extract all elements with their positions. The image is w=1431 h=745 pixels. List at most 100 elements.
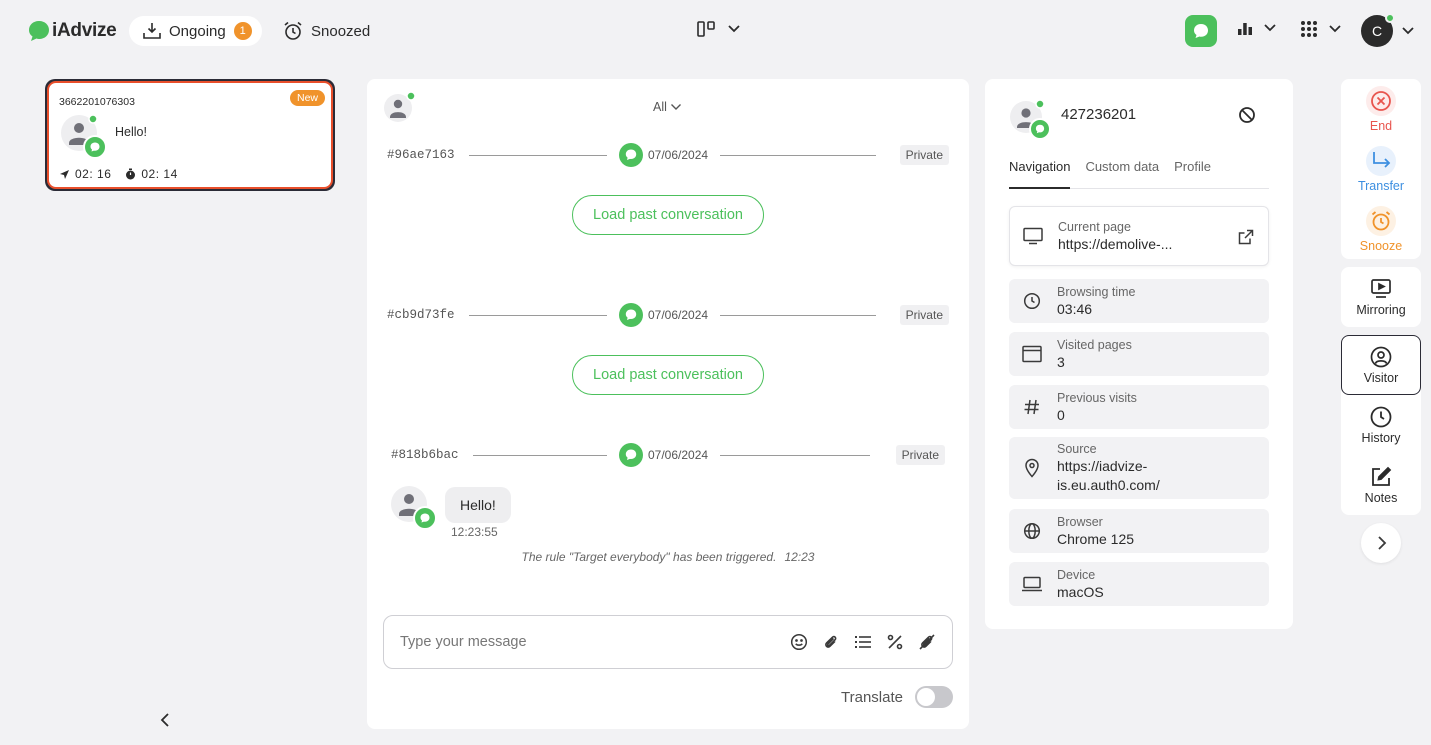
visitor-avatar-icon [391, 486, 435, 530]
user-avatar: C [1361, 13, 1395, 47]
alarm-clock-icon [1371, 210, 1391, 230]
load-past-conversation-button[interactable]: Load past conversation [572, 355, 764, 395]
browsing-time-value: 03:46 [1057, 300, 1093, 317]
divider [720, 154, 877, 156]
stopwatch-icon [126, 168, 136, 180]
chat-bubble-icon [1194, 24, 1208, 38]
source-label: Source [1057, 442, 1097, 456]
previous-visits-label: Previous visits [1057, 390, 1137, 405]
device-card: Device macOS [1009, 562, 1269, 606]
list-icon[interactable] [854, 633, 872, 651]
user-menu[interactable]: C [1361, 13, 1415, 47]
chat-channel-icon [619, 303, 643, 327]
stats-menu[interactable] [1237, 20, 1277, 36]
transfer-arrow-icon [1373, 151, 1391, 168]
monitor-icon [1023, 227, 1043, 245]
mirroring-button[interactable]: Mirroring [1341, 267, 1421, 327]
brand-logo[interactable]: iAdvize [28, 20, 117, 42]
transfer-button[interactable]: Transfer [1341, 139, 1421, 199]
end-button[interactable]: End [1341, 79, 1421, 139]
hash-icon [1024, 399, 1039, 415]
conversation-card[interactable]: 3662201076303 New Hello! 02: 16 02: 14 [45, 79, 335, 191]
browser-label: Browser [1057, 514, 1103, 529]
side-panels-group: Visitor History Notes [1341, 335, 1421, 515]
conversation-ref: #cb9d73fe [387, 308, 455, 322]
notes-button[interactable]: Notes [1341, 455, 1421, 515]
visitor-avatar-icon [1010, 99, 1051, 140]
history-button[interactable]: History [1341, 395, 1421, 455]
conversation-ref: #96ae7163 [387, 148, 455, 162]
chat-channel-icon [619, 143, 643, 167]
previous-visits-value: 0 [1057, 406, 1065, 423]
tab-profile[interactable]: Profile [1174, 159, 1226, 189]
separator-date-text: 07/06/2024 [648, 448, 709, 462]
collapse-panel-button[interactable] [157, 711, 173, 729]
apps-menu[interactable] [1300, 20, 1342, 38]
chat-channel-button[interactable] [1185, 15, 1217, 47]
time-sent: 02: 16 [59, 167, 111, 181]
message-filter-dropdown[interactable]: All [653, 100, 682, 114]
separator-date: 07/06/2024 [607, 303, 720, 327]
chevron-right-icon [1378, 536, 1387, 550]
history-label: History [1361, 430, 1401, 445]
notes-label: Notes [1364, 490, 1398, 505]
tab-ongoing[interactable]: Ongoing 1 [129, 16, 262, 46]
end-label: End [1369, 118, 1393, 133]
new-badge: New [289, 90, 325, 106]
brand-name: iAdvize [52, 20, 117, 41]
expand-rail-button[interactable] [1361, 523, 1401, 563]
load-past-conversation-button[interactable]: Load past conversation [572, 195, 764, 235]
source-card: Source https://iadvize- is.eu.auth0.com/ [1009, 437, 1269, 499]
visitor-avatar-icon [384, 91, 415, 122]
bar-chart-icon [1238, 23, 1252, 35]
screen-play-icon [1371, 278, 1391, 298]
block-visitor-icon[interactable] [1238, 106, 1256, 124]
external-link-icon[interactable] [1238, 229, 1254, 245]
layout-switcher[interactable] [697, 20, 741, 38]
grid-apps-icon [1301, 21, 1317, 37]
attachment-off-icon[interactable] [918, 633, 936, 651]
emoji-icon[interactable] [790, 633, 808, 651]
alarm-clock-icon [284, 21, 302, 40]
close-circle-icon [1371, 90, 1391, 111]
source-value-line2: is.eu.auth0.com/ [1057, 477, 1160, 493]
visited-pages-label: Visited pages [1057, 337, 1132, 352]
message-input[interactable] [400, 634, 790, 650]
message-composer [383, 615, 953, 669]
transfer-label: Transfer [1357, 178, 1405, 193]
visitor-id: 427236201 [1061, 106, 1137, 123]
edit-note-icon [1372, 466, 1392, 486]
filter-label: All [653, 100, 667, 114]
rule-text: The rule "Target everybody" has been tri… [521, 550, 777, 564]
visitor-panel-button[interactable]: Visitor [1341, 335, 1421, 395]
source-value-line1: https://iadvize- [1057, 458, 1148, 474]
separator-date-text: 07/06/2024 [648, 148, 709, 162]
divider [469, 314, 607, 316]
globe-icon [1023, 522, 1041, 540]
percent-icon[interactable] [886, 633, 904, 651]
tab-snoozed[interactable]: Snoozed [283, 16, 370, 46]
conversation-separator: #96ae7163 07/06/2024 Private [387, 143, 949, 167]
tab-navigation[interactable]: Navigation [1009, 159, 1071, 189]
layout-columns-icon [697, 21, 715, 37]
tab-snoozed-label: Snoozed [311, 22, 371, 40]
device-value: macOS [1057, 583, 1104, 600]
separator-date-text: 07/06/2024 [648, 308, 709, 322]
tab-custom-data[interactable]: Custom data [1085, 159, 1174, 189]
visitor-tabs: Navigation Custom data Profile [1009, 159, 1269, 189]
visitor-panel: 427236201 Navigation Custom data Profile… [985, 79, 1293, 629]
snooze-button[interactable]: Snooze [1341, 199, 1421, 259]
chevron-down-icon [728, 25, 740, 33]
chevron-down-icon [1264, 24, 1276, 32]
online-status-dot [1385, 13, 1395, 23]
current-page-card: Current page https://demolive-... [1009, 206, 1269, 266]
divider [473, 454, 607, 456]
clock-icon [1023, 292, 1041, 310]
chevron-left-icon [160, 713, 169, 727]
private-tag: Private [899, 305, 949, 325]
browser-value: Chrome 125 [1057, 530, 1135, 547]
attachment-icon[interactable] [822, 633, 840, 651]
separator-date: 07/06/2024 [607, 143, 720, 167]
translate-toggle[interactable] [915, 686, 953, 708]
visitor-avatar-icon [61, 114, 105, 159]
